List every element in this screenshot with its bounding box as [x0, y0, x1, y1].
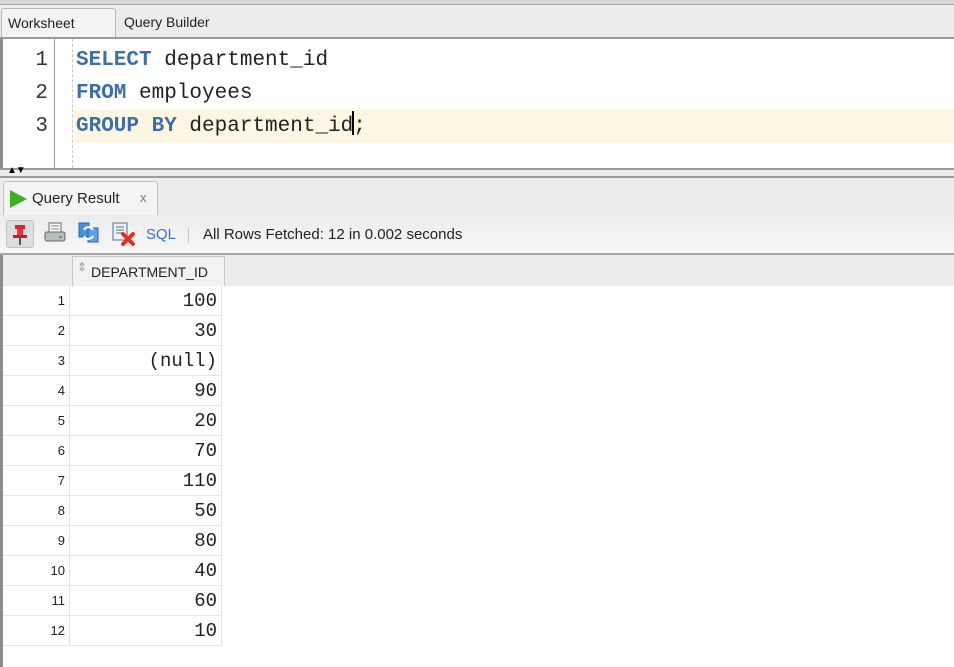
row-number[interactable]: 11: [3, 586, 69, 616]
tab-label: Query Result: [32, 190, 120, 207]
line-number: 1: [35, 49, 48, 72]
result-tab-bar: Query Result x: [0, 178, 954, 215]
toolbar-separator: [188, 227, 189, 243]
table-row[interactable]: 11 60: [3, 586, 223, 616]
cell-department-id[interactable]: 10: [69, 616, 222, 646]
code-line-current[interactable]: 3 GROUP BY department_id;: [3, 110, 954, 143]
table-row[interactable]: 6 70: [3, 436, 223, 466]
cell-department-id[interactable]: (null): [69, 346, 222, 376]
fetch-status: All Rows Fetched: 12 in 0.002 seconds: [203, 226, 463, 243]
result-toolbar: SQL All Rows Fetched: 12 in 0.002 second…: [0, 215, 954, 255]
print-icon: [44, 222, 66, 242]
row-number[interactable]: 10: [3, 556, 69, 586]
row-number[interactable]: 1: [3, 286, 69, 316]
column-header-label: DEPARTMENT_ID: [91, 264, 208, 280]
splitter-arrows-icon[interactable]: ▲▼: [7, 166, 26, 176]
row-number[interactable]: 4: [3, 376, 69, 406]
code-line[interactable]: 1 SELECT department_id: [3, 44, 954, 77]
result-grid: ⇕ DEPARTMENT_ID 1 100 2 30 3 (null) 4 90 5 20 6 70 7…: [0, 255, 954, 667]
table-row[interactable]: 4 90: [3, 376, 223, 406]
table-row[interactable]: 12 10: [3, 616, 223, 646]
cell-department-id[interactable]: 50: [69, 496, 222, 526]
cell-department-id[interactable]: 40: [69, 556, 222, 586]
row-number[interactable]: 9: [3, 526, 69, 556]
delete-icon: [112, 222, 135, 246]
cell-department-id[interactable]: 80: [69, 526, 222, 556]
row-number[interactable]: 6: [3, 436, 69, 466]
tab-query-builder[interactable]: Query Builder: [118, 8, 216, 37]
cell-department-id[interactable]: 20: [69, 406, 222, 436]
sql-keyword: SELECT: [76, 49, 152, 72]
code-text: department_id: [176, 115, 354, 138]
tab-query-result[interactable]: Query Result x: [3, 181, 158, 215]
cell-department-id[interactable]: 60: [69, 586, 222, 616]
code-text: department_id: [151, 49, 329, 72]
table-row[interactable]: 9 80: [3, 526, 223, 556]
sort-icon[interactable]: ⇕: [77, 261, 87, 273]
table-row[interactable]: 5 20: [3, 406, 223, 436]
cell-department-id[interactable]: 90: [69, 376, 222, 406]
refresh-icon: [78, 222, 99, 243]
cell-department-id[interactable]: 110: [69, 466, 222, 496]
cell-department-id[interactable]: 100: [69, 286, 222, 316]
cell-department-id[interactable]: 70: [69, 436, 222, 466]
row-number[interactable]: 5: [3, 406, 69, 436]
table-row[interactable]: 1 100: [3, 286, 223, 316]
line-number: 3: [35, 115, 48, 138]
table-row[interactable]: 8 50: [3, 496, 223, 526]
code-text: ;: [353, 115, 366, 138]
column-header-department-id[interactable]: ⇕ DEPARTMENT_ID: [72, 256, 225, 286]
panel-splitter[interactable]: ▲▼: [0, 166, 954, 178]
sql-link[interactable]: SQL: [146, 215, 176, 255]
tab-worksheet[interactable]: Worksheet: [1, 8, 116, 37]
table-row[interactable]: 3 (null): [3, 346, 223, 376]
line-number: 2: [35, 82, 48, 105]
code-text: employees: [126, 82, 253, 105]
pin-button[interactable]: [6, 220, 34, 248]
sql-editor[interactable]: 1 SELECT department_id 2 FROM employees …: [0, 39, 954, 168]
run-triangle-icon: [10, 190, 27, 208]
row-number[interactable]: 7: [3, 466, 69, 496]
sql-keyword: GROUP BY: [76, 115, 177, 138]
row-number[interactable]: 8: [3, 496, 69, 526]
close-icon[interactable]: x: [140, 182, 147, 214]
table-row[interactable]: 10 40: [3, 556, 223, 586]
table-row[interactable]: 2 30: [3, 316, 223, 346]
row-number[interactable]: 3: [3, 346, 69, 376]
print-button[interactable]: [42, 220, 70, 248]
cell-department-id[interactable]: 30: [69, 316, 222, 346]
row-number[interactable]: 2: [3, 316, 69, 346]
row-number[interactable]: 12: [3, 616, 69, 646]
sql-keyword: FROM: [76, 82, 127, 105]
refresh-button[interactable]: [76, 220, 104, 248]
clear-button[interactable]: [110, 220, 138, 248]
table-row[interactable]: 7 110: [3, 466, 223, 496]
editor-tab-bar: Worksheet Query Builder: [0, 5, 954, 39]
pin-icon: [13, 225, 27, 245]
code-line[interactable]: 2 FROM employees: [3, 77, 954, 110]
